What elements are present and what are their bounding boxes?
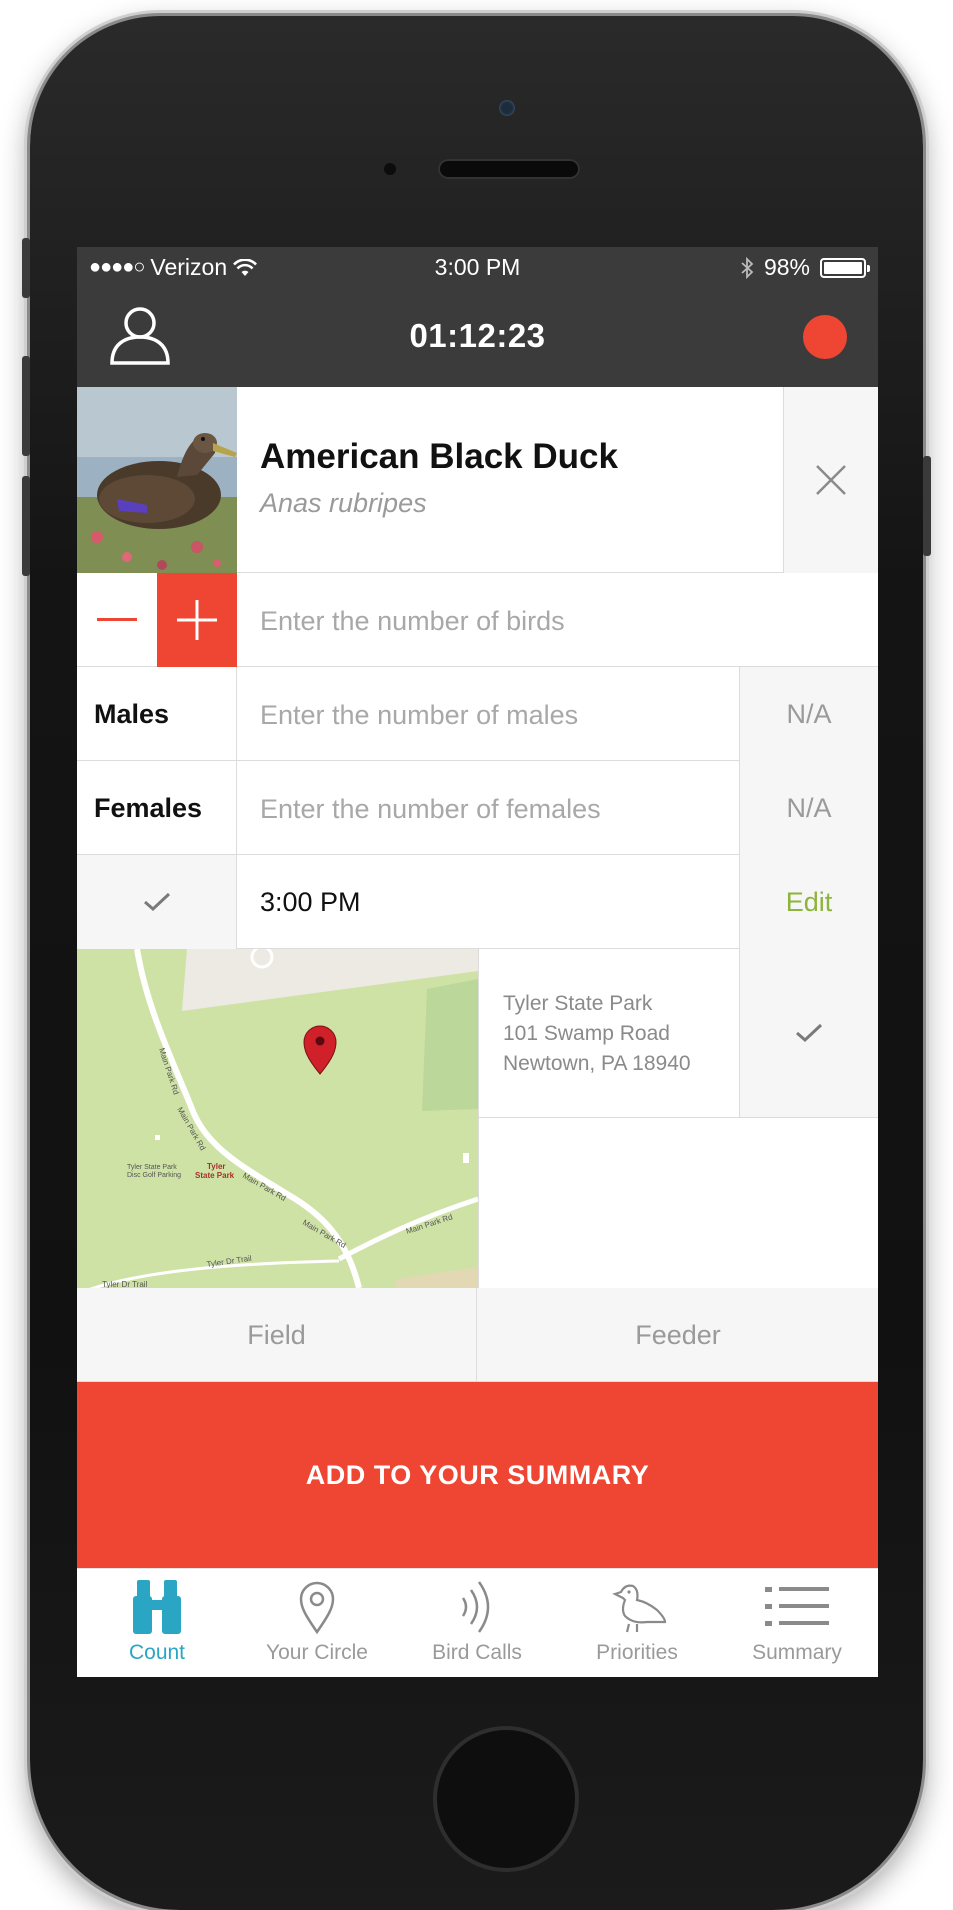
males-label: Males [77, 667, 237, 761]
edit-time-button[interactable]: Edit [739, 855, 878, 949]
tab-priorities-label: Priorities [596, 1641, 678, 1664]
bird-count-input[interactable] [260, 601, 850, 641]
tab-count-label: Count [128, 1641, 186, 1664]
tab-your-circle[interactable]: Your Circle [237, 1569, 397, 1677]
location-name: Tyler State Park [503, 992, 653, 1015]
minus-icon [97, 618, 137, 621]
map-label-poi: Tyler State Park [127, 1164, 177, 1171]
battery-icon [820, 257, 870, 278]
close-species-button[interactable] [783, 387, 878, 573]
binoculars-icon [133, 1580, 181, 1634]
females-row: Females N/A [77, 761, 878, 855]
time-confirm-toggle[interactable] [77, 855, 237, 949]
home-button[interactable] [433, 1726, 579, 1872]
field-option[interactable]: Field [77, 1288, 477, 1382]
mute-switch [22, 238, 30, 298]
proximity-sensor [384, 163, 396, 175]
feeder-option[interactable]: Feeder [478, 1288, 878, 1382]
location-address: Tyler State Park 101 Swamp Road Newtown,… [478, 949, 739, 1118]
increment-button[interactable] [157, 573, 237, 667]
duck-photo [77, 387, 237, 573]
females-count-input[interactable] [260, 789, 730, 829]
males-row: Males N/A [77, 667, 878, 761]
males-count-input[interactable] [260, 695, 730, 735]
location-section: Main Park Rd Main Park Rd Main Park Rd M… [77, 949, 878, 1288]
map-label-trail: Tyler Dr Trail [102, 1280, 148, 1288]
power-button [923, 456, 931, 556]
list-icon [765, 1587, 829, 1626]
front-camera [499, 100, 515, 116]
session-timer: 01:12:23 [409, 317, 546, 354]
tab-summary-label: Summary [752, 1641, 842, 1664]
checkmark-icon [143, 892, 170, 912]
checkmark-icon [796, 1023, 823, 1043]
tab-bar: Count Your Circle Bird Calls Priorities … [77, 1568, 878, 1677]
location-confirm-toggle[interactable] [739, 949, 878, 1118]
session-header: 01:12:23 [77, 285, 878, 387]
add-to-summary-button[interactable]: ADD TO YOUR SUMMARY [77, 1382, 878, 1568]
tab-bird-calls-label: Bird Calls [432, 1641, 522, 1664]
location-empty-area [478, 1118, 878, 1288]
bird-icon [612, 1584, 667, 1633]
observation-time: 3:00 PM [260, 886, 361, 917]
close-icon [816, 465, 846, 495]
sound-waves-icon [461, 1581, 490, 1633]
map-label-park: State Park [195, 1171, 235, 1180]
species-card: American Black Duck Anas rubripes [77, 387, 878, 573]
females-na-button[interactable]: N/A [739, 761, 878, 855]
app-screen: ●●●●○ Verizon 3:00 PM 98% 01:12:23 Ameri… [77, 247, 878, 1677]
location-street: 101 Swamp Road [503, 1022, 670, 1045]
tab-bird-calls[interactable]: Bird Calls [397, 1569, 557, 1677]
location-pin-icon [299, 1581, 335, 1634]
battery-percent: 98% [763, 254, 810, 280]
species-common-name: American Black Duck [260, 437, 618, 476]
map-label-poi: Disc Golf Parking [127, 1172, 181, 1179]
record-indicator[interactable] [803, 315, 847, 359]
tab-summary[interactable]: Summary [717, 1569, 877, 1677]
tab-priorities[interactable]: Priorities [557, 1569, 717, 1677]
volume-up-button [22, 356, 30, 456]
map-label-park: Tyler [207, 1162, 226, 1171]
count-row [77, 573, 878, 667]
tab-count[interactable]: Count [77, 1569, 237, 1677]
status-bar: ●●●●○ Verizon 3:00 PM 98% [77, 247, 878, 285]
species-latin-name: Anas rubripes [260, 488, 427, 518]
volume-down-button [22, 476, 30, 576]
plus-icon [177, 600, 217, 640]
earpiece-speaker [438, 159, 580, 179]
females-label: Females [77, 761, 237, 855]
decrement-button[interactable] [77, 573, 157, 667]
tab-your-circle-label: Your Circle [266, 1641, 368, 1664]
location-city: Newtown, PA 18940 [503, 1052, 691, 1075]
time-row: 3:00 PM Edit [77, 855, 878, 949]
males-na-button[interactable]: N/A [739, 667, 878, 761]
location-map[interactable]: Main Park Rd Main Park Rd Main Park Rd M… [77, 949, 478, 1288]
bluetooth-icon [741, 256, 754, 279]
habitat-selector: Field Feeder [77, 1288, 878, 1382]
